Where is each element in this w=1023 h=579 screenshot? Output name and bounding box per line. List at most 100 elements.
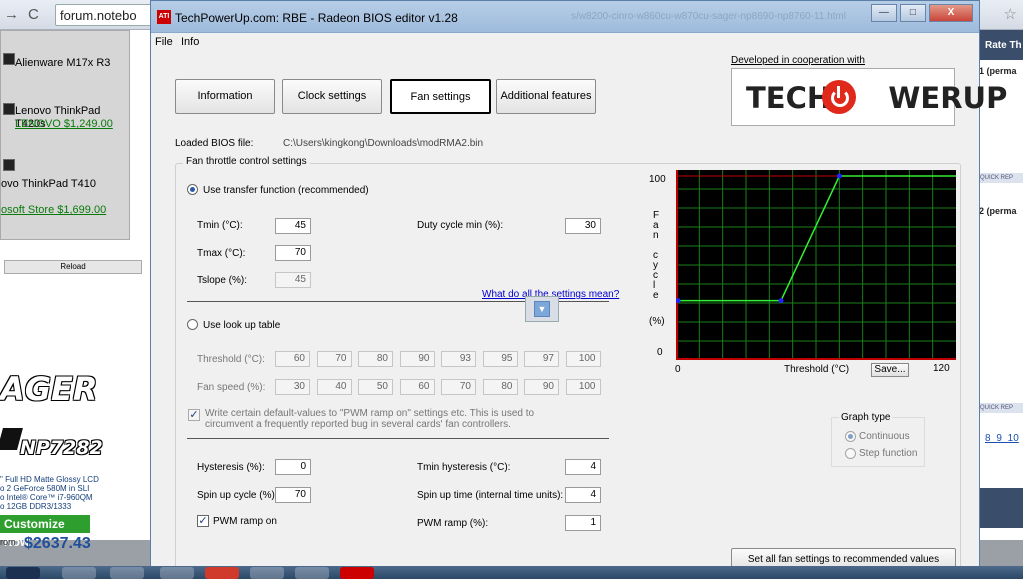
laptop-thumbnail <box>3 53 15 65</box>
threshold-input[interactable]: 70 <box>316 351 352 367</box>
threshold-input[interactable]: 100 <box>565 351 601 367</box>
spec-line: o Intel® Core™ i7-960QM <box>0 493 93 502</box>
taskbar-folder-icon[interactable] <box>110 567 144 579</box>
taskbar-chrome-icon[interactable] <box>205 567 239 579</box>
fan-speed-input[interactable]: 30 <box>275 379 310 395</box>
taskbar-ati-icon[interactable] <box>340 567 374 579</box>
rate-thread-header[interactable]: Rate Th <box>975 30 1023 60</box>
bookmark-star-icon[interactable]: ☆ <box>1004 5 1017 23</box>
scroll-down-button[interactable]: ▼ <box>525 296 559 322</box>
fan-speed-input[interactable]: 100 <box>565 379 601 395</box>
spec-line: o 12GB DDR3/1333 <box>0 502 72 511</box>
tab-information[interactable]: Information <box>175 79 275 114</box>
write-defaults-checkbox[interactable]: ✓ <box>188 409 200 421</box>
spin-up-time-input[interactable]: 4 <box>565 487 601 503</box>
transfer-function-radio[interactable] <box>187 184 198 195</box>
footer-bar <box>975 488 1023 528</box>
fan-curve-chart <box>676 170 956 360</box>
taskbar <box>0 566 1023 579</box>
tab-fan-settings[interactable]: Fan settings <box>390 79 491 114</box>
url-text: forum.notebo <box>60 8 137 23</box>
start-button[interactable] <box>6 567 40 579</box>
fan-speed-input[interactable]: 50 <box>358 379 393 395</box>
address-bar[interactable]: forum.notebo <box>55 4 165 26</box>
post-label[interactable]: 1 (perma <box>979 66 1017 76</box>
write-defaults-text-2: circumvent a frequently reported bug in … <box>205 419 511 430</box>
threshold-label: Threshold (°C): <box>197 354 265 365</box>
pwm-ramp-input[interactable]: 1 <box>565 515 601 531</box>
menu-file[interactable]: File <box>155 36 173 48</box>
save-graph-button[interactable]: Save... <box>871 363 909 377</box>
curve-point <box>778 298 784 304</box>
forward-arrow-icon[interactable]: → <box>4 6 19 23</box>
taskbar-ie-icon[interactable] <box>62 567 96 579</box>
dropdown-item-price[interactable]: osoft Store $1,699.00 <box>1 204 106 217</box>
lookup-table-label: Use look up table <box>203 320 281 331</box>
tslope-input[interactable]: 45 <box>275 272 311 288</box>
fan-speed-input[interactable]: 90 <box>524 379 559 395</box>
browser-left-content: Alienware M17x R3 Lenovo ThinkPad T420s … <box>0 30 150 552</box>
maximize-button[interactable]: □ <box>899 4 926 22</box>
down-arrow-icon: ▼ <box>534 301 550 317</box>
tmax-input[interactable]: 70 <box>275 245 311 261</box>
spin-up-cycle-input[interactable]: 70 <box>275 487 311 503</box>
price-from-label: rom <box>0 537 16 547</box>
fan-control-group-title: Fan throttle control settings <box>183 156 310 167</box>
tmin-hysteresis-input[interactable]: 4 <box>565 459 601 475</box>
tslope-label: Tslope (%): <box>197 275 248 286</box>
techpowerup-logo[interactable]: TECHP WERUP <box>731 68 1007 126</box>
close-button[interactable]: X <box>929 4 973 22</box>
page-links[interactable]: 8 9 10 <box>985 433 1019 444</box>
fan-speed-input[interactable]: 40 <box>316 379 352 395</box>
fan-speed-input[interactable]: 60 <box>399 379 435 395</box>
spec-line: o 2 GeForce 580M in SLI <box>0 484 90 493</box>
laptop-thumbnail <box>3 103 15 115</box>
fan-speed-input[interactable]: 80 <box>482 379 518 395</box>
continuous-radio[interactable] <box>845 431 856 442</box>
tab-clock-settings[interactable]: Clock settings <box>282 79 382 114</box>
fan-speed-input[interactable]: 70 <box>441 379 476 395</box>
reload-icon[interactable]: C <box>28 6 39 23</box>
reload-button[interactable]: Reload <box>4 260 142 274</box>
tmin-input[interactable]: 45 <box>275 218 311 234</box>
dropdown-item-name[interactable]: Alienware M17x R3 <box>15 57 110 70</box>
ad-price: $2637.43 <box>24 535 91 552</box>
customize-button[interactable]: Customize Now <box>0 515 90 549</box>
power-icon <box>822 80 856 114</box>
menu-bar: File Info <box>151 34 979 52</box>
spin-up-cycle-label: Spin up cycle (%): <box>197 490 278 501</box>
minimize-button[interactable]: — <box>870 4 897 22</box>
taskbar-player-icon[interactable] <box>160 567 194 579</box>
cooperation-text: Developed in cooperation with <box>731 55 865 66</box>
threshold-input[interactable]: 60 <box>275 351 310 367</box>
x-max-tick: 120 <box>933 363 950 374</box>
duty-cycle-min-input[interactable]: 30 <box>565 218 601 234</box>
threshold-input[interactable]: 93 <box>441 351 476 367</box>
tmax-label: Tmax (°C): <box>197 248 246 259</box>
taskbar-app-icon[interactable] <box>295 567 329 579</box>
quick-reply-bar[interactable]: QUICK REP <box>975 403 1023 413</box>
spec-line: " Full HD Matte Glossy LCD <box>0 475 99 484</box>
lookup-table-radio[interactable] <box>187 319 198 330</box>
threshold-input[interactable]: 97 <box>524 351 559 367</box>
threshold-input[interactable]: 80 <box>358 351 393 367</box>
pwm-ramp-label: PWM ramp (%): <box>417 518 489 529</box>
threshold-input[interactable]: 95 <box>482 351 518 367</box>
divider <box>187 438 609 439</box>
step-function-radio[interactable] <box>845 448 856 459</box>
threshold-input[interactable]: 90 <box>399 351 435 367</box>
brand-text-left: TECHP WERUP <box>746 81 1008 115</box>
post-label[interactable]: 2 (perma <box>979 206 1017 216</box>
title-bar[interactable]: ATI TechPowerUp.com: RBE - Radeon BIOS e… <box>151 1 979 33</box>
taskbar-app-icon[interactable] <box>250 567 284 579</box>
dropdown-item-name[interactable]: ovo ThinkPad T410 <box>1 178 96 191</box>
menu-info[interactable]: Info <box>181 36 199 48</box>
hysteresis-input[interactable]: 0 <box>275 459 311 475</box>
pwm-ramp-on-checkbox[interactable]: ✓ <box>197 515 209 527</box>
y-axis-unit: (%) <box>649 316 665 327</box>
window-controls: — □ X <box>870 4 973 22</box>
dropdown-item-price[interactable]: LENOVO $1,249.00 <box>15 118 113 131</box>
tab-additional-features[interactable]: Additional features <box>496 79 596 114</box>
y-axis-title-char: n <box>653 230 659 241</box>
quick-reply-bar[interactable]: QUICK REP <box>975 173 1023 183</box>
